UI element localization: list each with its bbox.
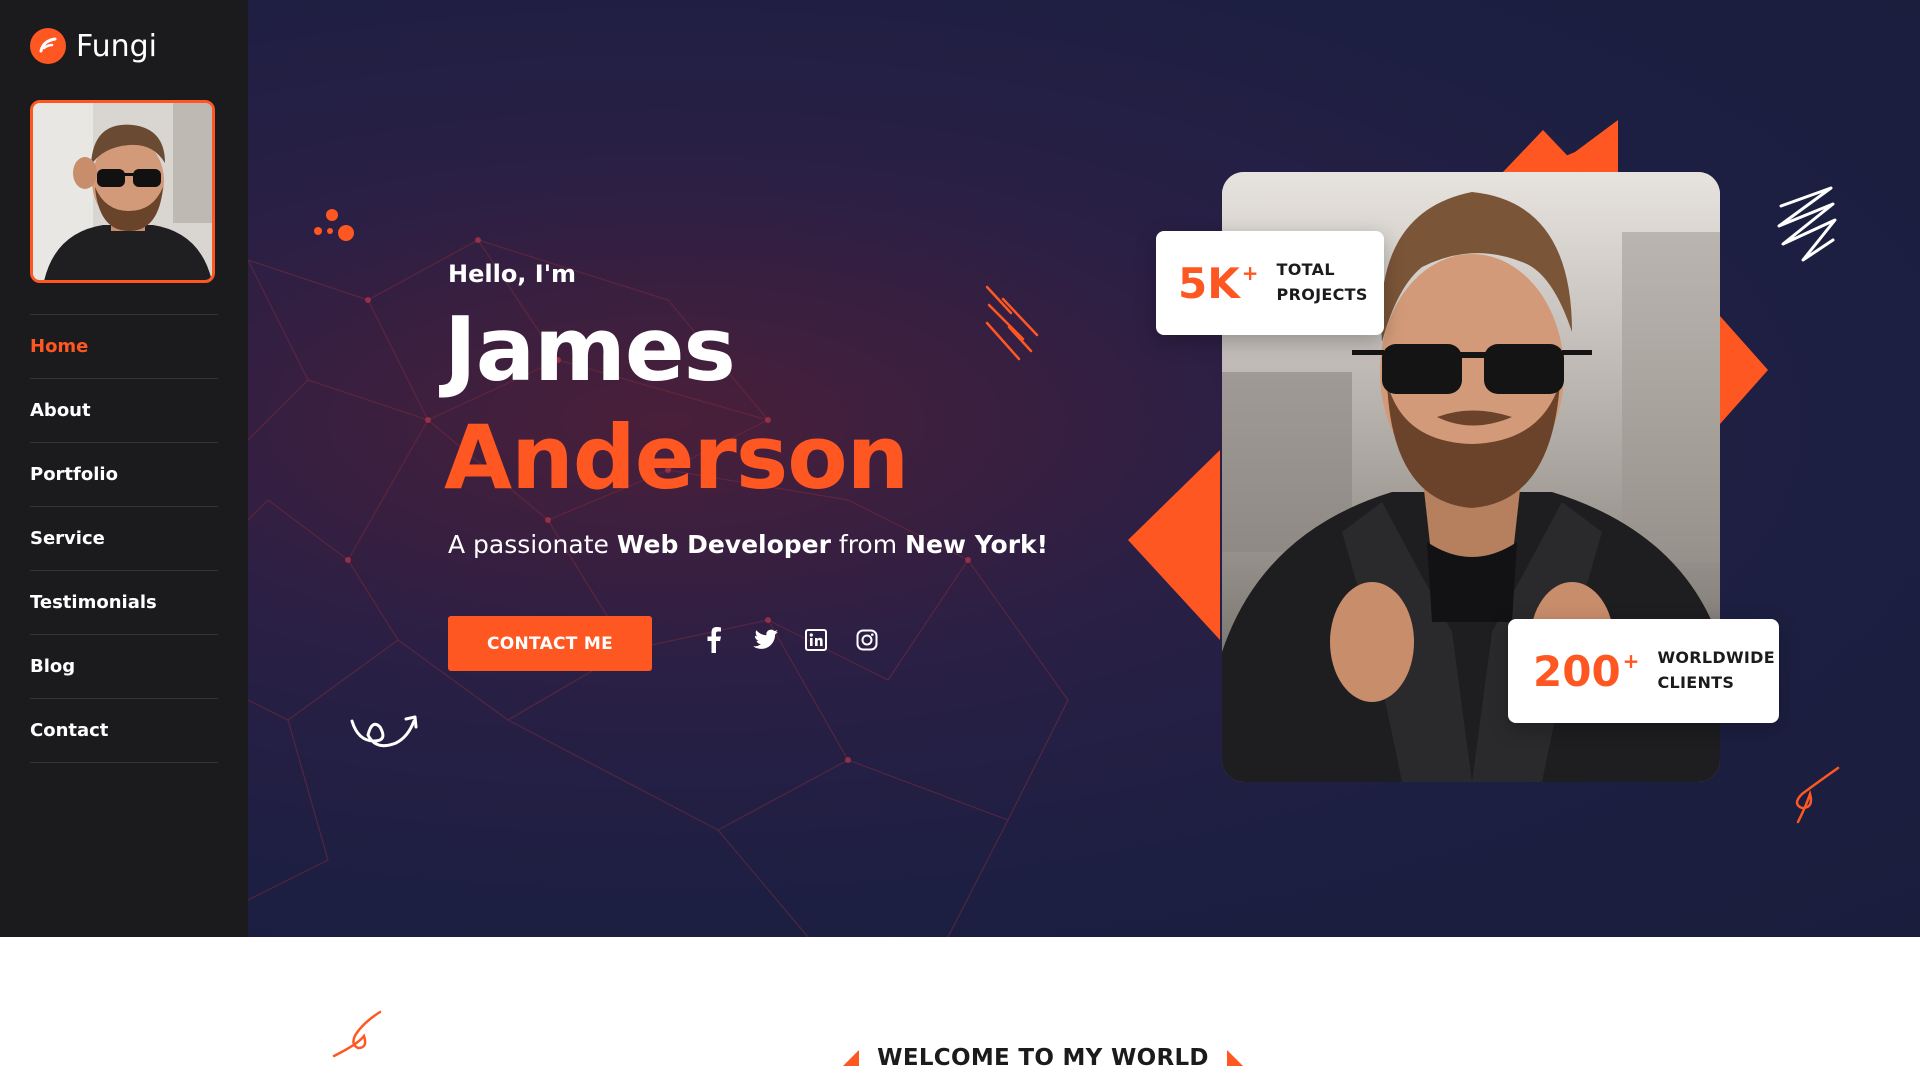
nav-item-contact[interactable]: Contact <box>30 699 218 763</box>
triangle-left-icon <box>843 1050 860 1066</box>
twitter-icon[interactable] <box>751 626 778 653</box>
hero-first-name: James <box>444 298 736 401</box>
stat-suffix: + <box>1241 260 1259 285</box>
sidebar: Fungi Home About Portfolio Service Testi… <box>0 0 248 937</box>
welcome-heading: WELCOME TO MY WORLD <box>0 1045 1920 1080</box>
logo-icon <box>30 28 66 64</box>
triangle-right-icon <box>1226 1050 1243 1066</box>
welcome-text: WELCOME TO MY WORLD <box>877 1045 1209 1071</box>
stat-label-line2: PROJECTS <box>1276 285 1368 304</box>
main-nav: Home About Portfolio Service Testimonial… <box>30 314 218 763</box>
social-links <box>700 626 880 653</box>
stat-label-line2: CLIENTS <box>1657 673 1735 692</box>
brand-name: Fungi <box>76 28 158 64</box>
linkedin-icon[interactable] <box>802 626 829 653</box>
tagline-pre: A passionate <box>448 530 617 559</box>
stat-number: 200 + <box>1533 647 1639 696</box>
stat-label: WORLDWIDE CLIENTS <box>1657 646 1777 696</box>
stat-label-line1: TOTAL <box>1276 260 1335 280</box>
nav-item-blog[interactable]: Blog <box>30 635 218 699</box>
stat-suffix: + <box>1622 648 1640 673</box>
nav-item-testimonials[interactable]: Testimonials <box>30 571 218 635</box>
squiggle-decoration <box>1795 766 1840 824</box>
tagline-city: New York! <box>905 530 1049 559</box>
hero-section: Hello, I'm James Anderson A passionate W… <box>248 0 1920 937</box>
hero-greeting: Hello, I'm <box>448 260 577 288</box>
instagram-icon[interactable] <box>853 626 880 653</box>
hero-last-name: Anderson <box>444 406 909 509</box>
stat-label: TOTAL PROJECTS <box>1277 258 1368 308</box>
stat-value: 5K <box>1178 258 1240 308</box>
dots-decoration <box>314 209 354 241</box>
facebook-icon[interactable] <box>700 626 727 653</box>
nav-item-about[interactable]: About <box>30 379 218 443</box>
contact-me-button[interactable]: CONTACT ME <box>448 616 652 671</box>
tagline-role: Web Developer <box>616 530 831 559</box>
nav-item-home[interactable]: Home <box>30 315 218 379</box>
stat-value: 200 <box>1533 646 1621 696</box>
welcome-heading-inner: WELCOME TO MY WORLD <box>843 1045 1243 1071</box>
stat-number: 5K + <box>1178 259 1259 308</box>
tagline-mid: from <box>830 530 906 559</box>
curly-arrow-decoration <box>350 715 418 748</box>
brand-logo[interactable]: Fungi <box>30 28 157 64</box>
hero-tagline: A passionate Web Developer from New York… <box>448 530 1048 559</box>
stat-card-clients: 200 + WORLDWIDE CLIENTS <box>1508 619 1779 723</box>
avatar <box>30 100 215 283</box>
nav-item-service[interactable]: Service <box>30 507 218 571</box>
slashes-decoration <box>985 285 1039 361</box>
stat-card-projects: 5K + TOTAL PROJECTS <box>1156 231 1384 335</box>
stat-label-line1: WORLDWIDE <box>1657 648 1775 668</box>
nav-item-portfolio[interactable]: Portfolio <box>30 443 218 507</box>
